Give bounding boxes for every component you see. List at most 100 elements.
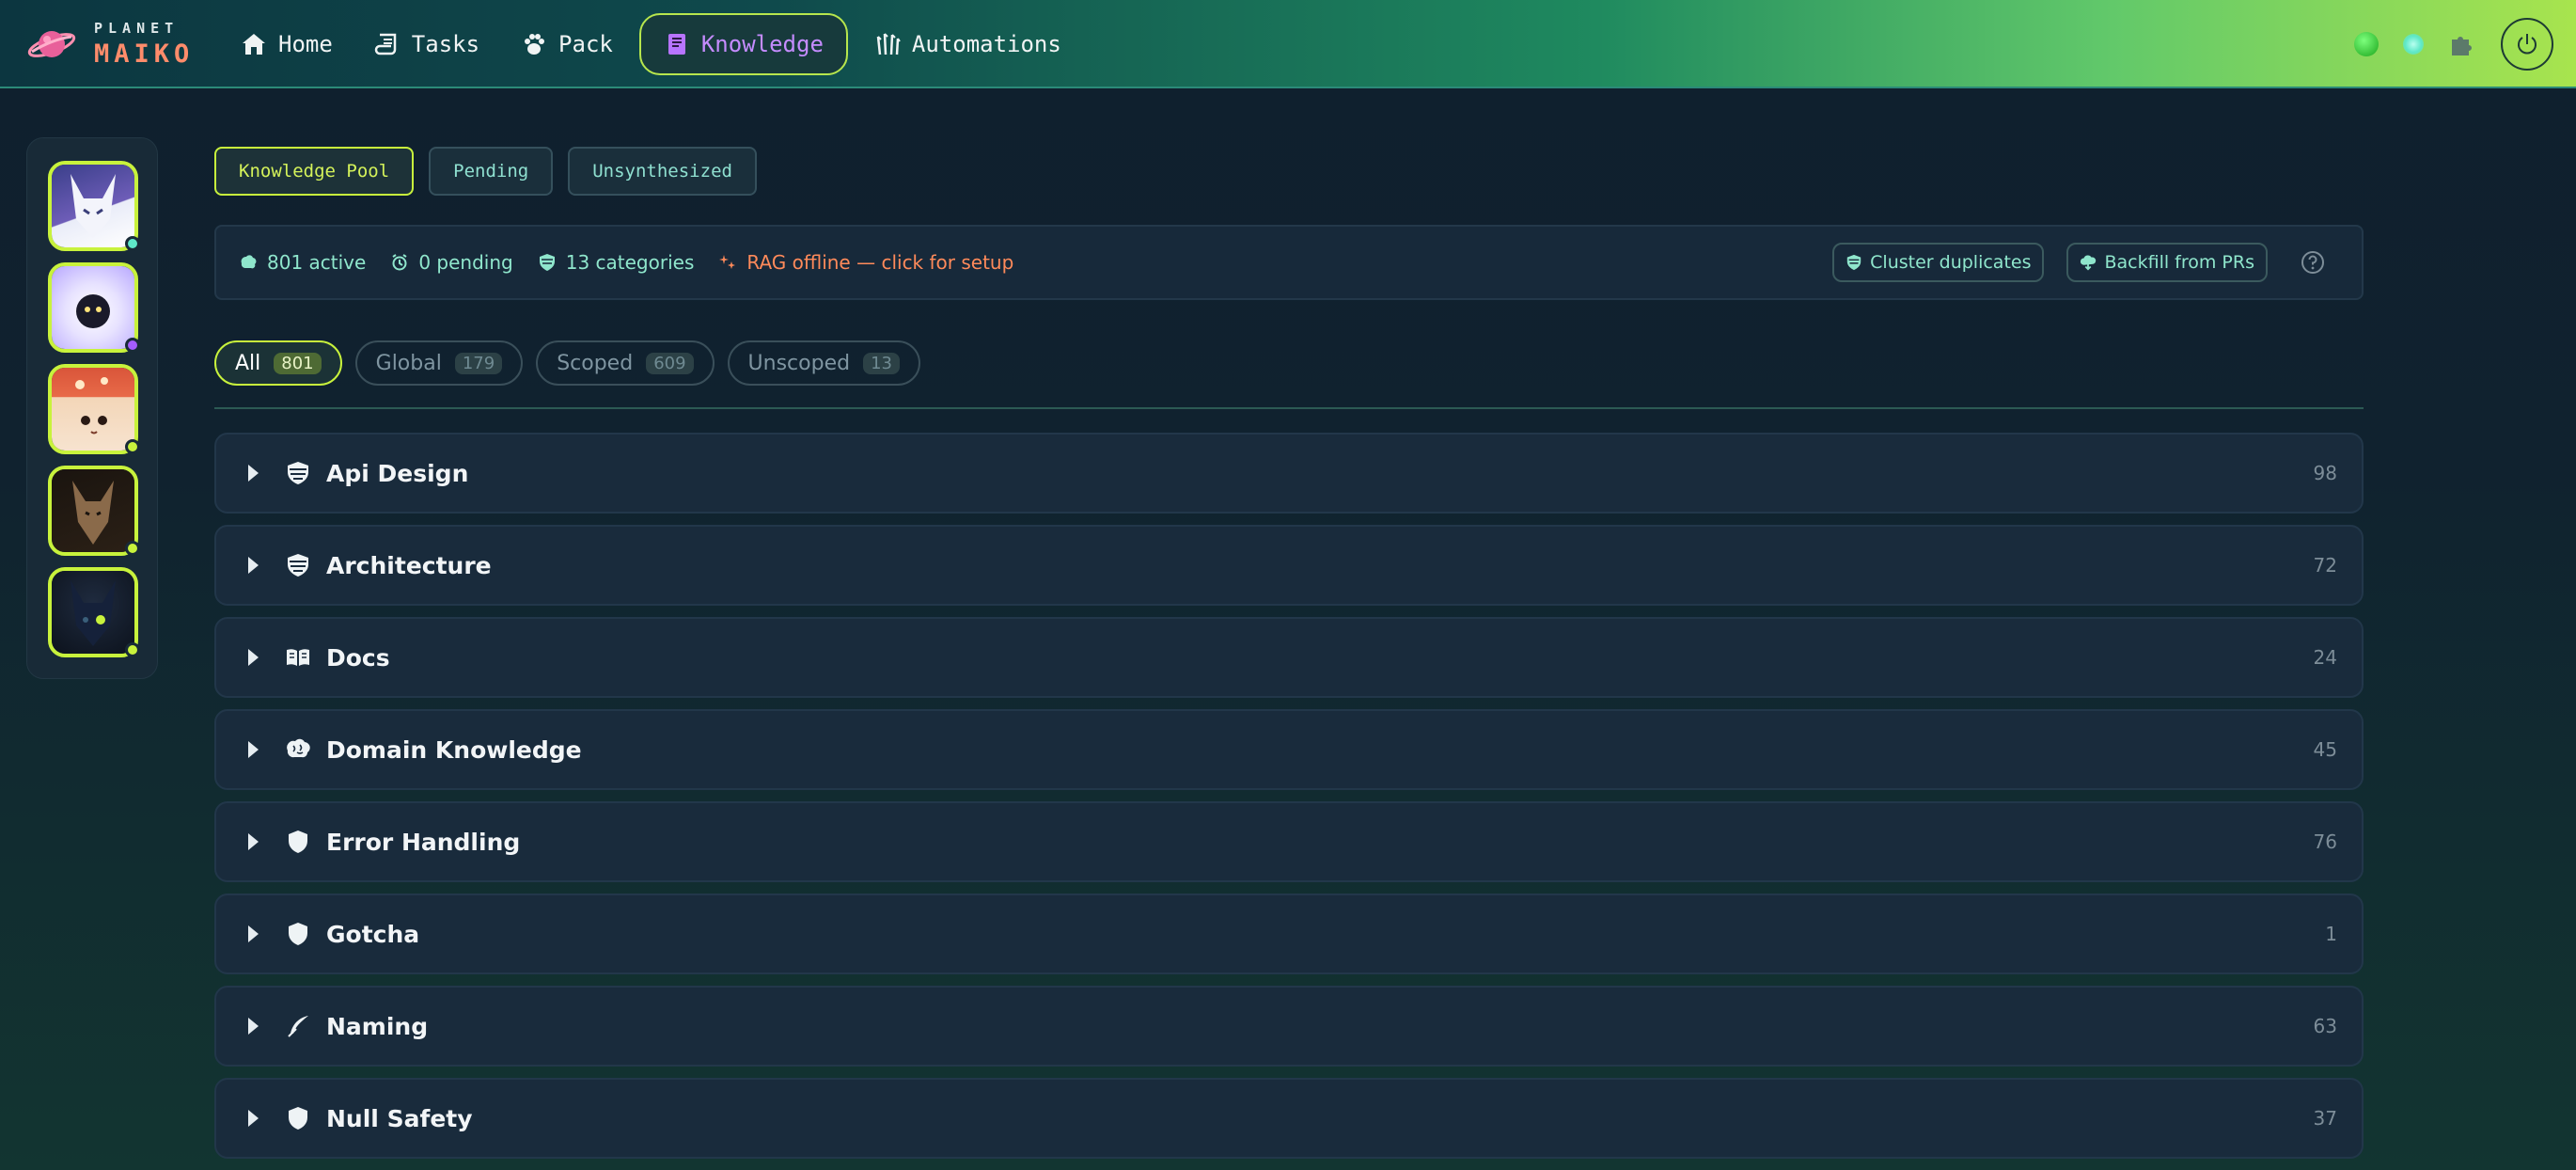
scroll-icon [374,33,397,55]
fluffy-spirit-portrait [76,294,110,328]
filter-global-count: 179 [454,352,503,374]
alarm-clock-icon [392,254,407,271]
category-count: 72 [2313,554,2337,577]
open-book-icon [287,649,309,666]
category-row-naming[interactable]: Naming 63 [214,986,2364,1067]
tab-pending[interactable]: Pending [429,147,554,196]
category-count: 76 [2313,830,2337,853]
category-label: Architecture [326,551,492,579]
filter-scoped[interactable]: Scoped 609 [536,340,715,386]
paw-icon [525,34,545,55]
shield-stripes-icon [1846,254,1861,271]
nav-pack[interactable]: Pack [506,13,628,75]
agent-avatar-white-fox[interactable] [48,161,140,251]
stat-categories: 13 categories [538,251,694,274]
knowledge-tabs: Knowledge Pool Pending Unsynthesized [214,147,757,196]
shield-icon [289,830,307,853]
agent-status-dot [125,338,140,353]
backfill-from-prs-button[interactable]: Backfill from PRs [2066,243,2268,282]
book-icon [668,34,685,55]
category-row-error-handling[interactable]: Error Handling 76 [214,801,2364,882]
category-count: 37 [2313,1107,2337,1130]
shield-icon [289,1107,307,1130]
avatar [52,165,134,247]
cluster-duplicates-label: Cluster duplicates [1870,252,2032,273]
category-row-docs[interactable]: Docs 24 [214,617,2364,698]
filter-unscoped[interactable]: Unscoped 13 [727,340,920,386]
puzzle-icon[interactable] [2448,30,2476,58]
nav-home[interactable]: Home [226,13,348,75]
nav-knowledge[interactable]: Knowledge [638,13,848,75]
agent-status-dot [125,439,140,454]
stat-pending-label: 0 pending [418,251,513,274]
power-button[interactable] [2501,18,2553,71]
expand-caret-icon [248,925,259,942]
category-row-architecture[interactable]: Architecture 72 [214,525,2364,606]
filter-unscoped-count: 13 [863,352,900,374]
avatar [52,469,134,552]
cyan-status-dot[interactable] [2403,34,2424,55]
main-nav: Home Tasks Pack Knowledge Automations [226,11,1076,77]
tab-knowledge-pool[interactable]: Knowledge Pool [214,147,415,196]
top-navigation-bar: PLANET MAIKO Home Tasks Pack Knowledge A… [0,0,2576,88]
category-row-null-safety[interactable]: Null Safety 37 [214,1078,2364,1159]
category-row-gotcha[interactable]: Gotcha 1 [214,893,2364,974]
category-count: 63 [2313,1015,2337,1037]
category-count: 1 [2325,923,2337,945]
filter-all-count: 801 [274,352,322,374]
agent-avatar-fluffy-spirit[interactable] [48,262,140,353]
nav-automations[interactable]: Automations [859,13,1076,75]
shield-stripes-icon [288,462,308,484]
category-label: Naming [326,1012,429,1040]
category-label: Null Safety [326,1104,473,1132]
stats-bar: 801 active 0 pending 13 categories RAG o… [214,225,2364,300]
category-label: Docs [326,643,390,672]
green-status-dot[interactable] [2354,32,2379,56]
cluster-duplicates-button[interactable]: Cluster duplicates [1832,243,2045,282]
category-label: Gotcha [326,920,420,948]
agent-sidebar [26,137,158,679]
cloud-download-icon [2081,255,2097,271]
category-label: Api Design [326,459,469,487]
shield-stripes-icon [539,254,555,271]
agent-avatar-dark-wolf[interactable] [48,567,140,657]
sparkles-icon [719,255,736,269]
planet-icon [27,31,76,57]
nav-knowledge-label: Knowledge [700,31,824,57]
category-label: Domain Knowledge [326,735,582,764]
scope-filters: All 801 Global 179 Scoped 609 Unscoped 1… [214,340,920,386]
expand-caret-icon [248,833,259,850]
brain-icon [241,255,257,269]
filter-unscoped-label: Unscoped [747,351,851,375]
expand-caret-icon [248,557,259,574]
filter-all[interactable]: All 801 [214,340,342,386]
tab-unsynthesized[interactable]: Unsynthesized [568,147,757,196]
category-row-api-design[interactable]: Api Design 98 [214,433,2364,514]
brand-logo[interactable]: PLANET MAIKO [26,19,194,70]
category-row-domain-knowledge[interactable]: Domain Knowledge 45 [214,709,2364,790]
agent-status-dot [125,236,140,251]
agent-status-dot [125,541,140,556]
mushroom-girl-portrait [75,377,108,435]
backfill-from-prs-label: Backfill from PRs [2104,252,2254,273]
agent-avatar-brown-wolf[interactable] [48,466,140,556]
nav-automations-label: Automations [911,31,1061,57]
expand-caret-icon [248,465,259,482]
expand-caret-icon [248,649,259,666]
avatar [52,368,134,451]
category-label: Error Handling [326,828,521,856]
rag-offline-link[interactable]: RAG offline — click for setup [718,251,1013,274]
agent-status-dot [125,642,140,657]
quill-icon [288,1016,308,1037]
expand-caret-icon [248,1110,259,1127]
filter-scoped-label: Scoped [557,351,634,375]
brand-top-text: PLANET [94,20,180,37]
help-icon[interactable] [2300,249,2326,276]
agent-avatar-mushroom-girl[interactable] [48,364,140,454]
expand-caret-icon [248,1018,259,1035]
brand-bottom-text: MAIKO [94,40,195,69]
stat-active: 801 active [239,251,366,274]
brown-wolf-portrait [72,481,114,545]
filter-global[interactable]: Global 179 [354,340,524,386]
nav-tasks[interactable]: Tasks [359,13,495,75]
